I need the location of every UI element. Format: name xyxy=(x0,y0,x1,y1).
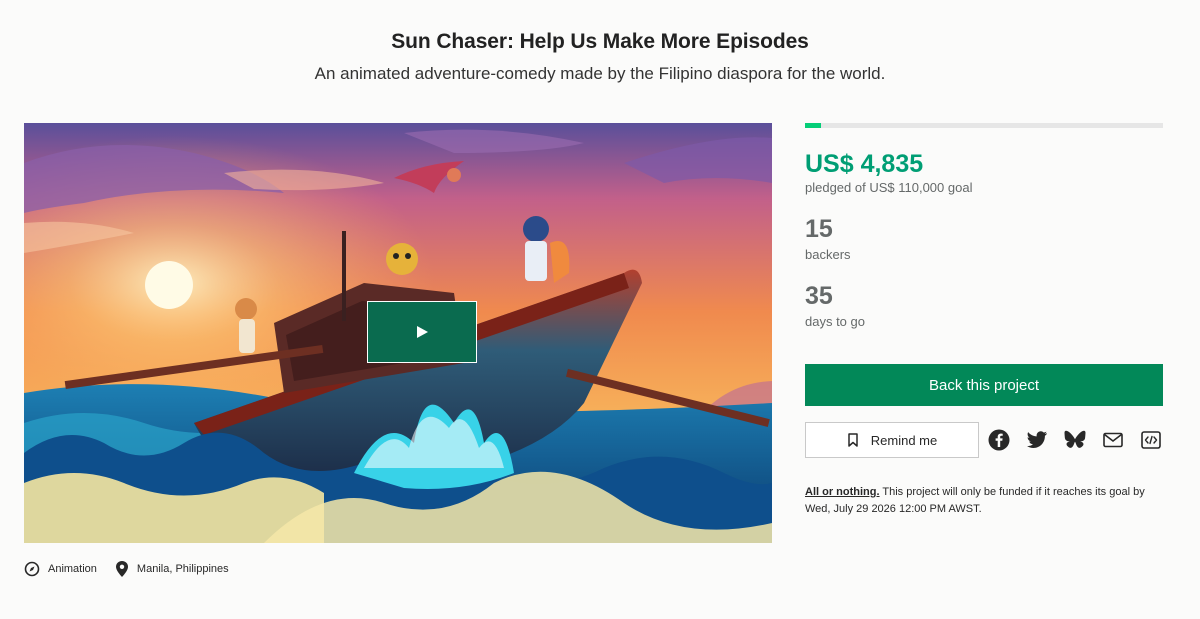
category-link[interactable]: Animation xyxy=(24,561,97,577)
email-icon xyxy=(1103,432,1123,448)
days-to-go-caption: days to go xyxy=(805,314,865,329)
project-meta: Animation Manila, Philippines xyxy=(24,560,247,578)
email-share[interactable] xyxy=(1101,428,1125,452)
funding-progress-fill xyxy=(805,123,821,128)
play-button[interactable] xyxy=(367,301,477,363)
facebook-icon xyxy=(988,429,1010,451)
location-label: Manila, Philippines xyxy=(136,563,229,575)
project-video[interactable] xyxy=(24,123,772,543)
project-title: Sun Chaser: Help Us Make More Episodes xyxy=(391,30,809,53)
all-or-nothing-link[interactable]: All or nothing. xyxy=(805,486,880,498)
compass-icon xyxy=(24,561,40,577)
map-pin-icon xyxy=(115,561,128,577)
remind-me-label: Remind me xyxy=(870,432,938,448)
embed-icon xyxy=(1141,431,1161,449)
embed-share[interactable] xyxy=(1139,428,1163,452)
backers-count: 15 xyxy=(805,215,833,243)
pledged-amount: US$ 4,835 xyxy=(805,150,924,178)
bluesky-share[interactable] xyxy=(1063,428,1087,452)
twitter-icon xyxy=(1027,431,1047,448)
twitter-share[interactable] xyxy=(1025,428,1049,452)
project-header: Sun Chaser: Help Us Make More Episodes A… xyxy=(0,30,1200,84)
facebook-share[interactable] xyxy=(987,428,1011,452)
project-page: Sun Chaser: Help Us Make More Episodes A… xyxy=(0,0,1200,619)
pledged-caption: pledged of US$ 110,000 goal xyxy=(805,180,973,195)
back-project-button[interactable]: Back this project xyxy=(805,364,1163,406)
days-to-go-count: 35 xyxy=(805,282,833,310)
project-subtitle: An animated adventure-comedy made by the… xyxy=(314,64,886,83)
location-link[interactable]: Manila, Philippines xyxy=(115,560,229,578)
category-label: Animation xyxy=(48,563,97,575)
funding-panel: US$ 4,835 pledged of US$ 110,000 goal 15… xyxy=(805,123,1163,515)
backers-caption: backers xyxy=(805,247,851,262)
share-icons xyxy=(987,428,1177,452)
remind-me-button[interactable]: Remind me xyxy=(805,422,979,458)
funding-terms: All or nothing. This project will only b… xyxy=(805,484,1165,518)
bookmark-icon xyxy=(848,433,858,447)
bluesky-icon xyxy=(1064,430,1086,448)
play-icon xyxy=(417,326,428,338)
funding-progress-bar xyxy=(805,123,1163,128)
